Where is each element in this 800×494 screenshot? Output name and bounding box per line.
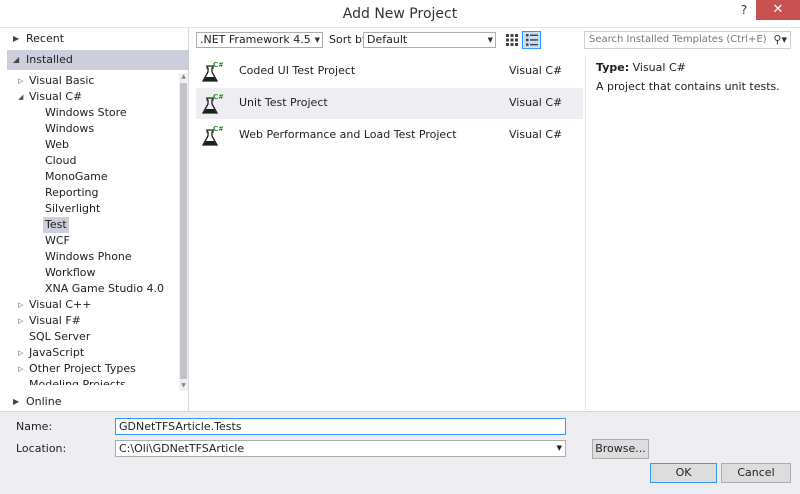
tree-item-modeling-projects[interactable]: Modeling Projects (29, 377, 126, 385)
tree-item-windows[interactable]: Windows (45, 121, 94, 137)
tree-item-wcf[interactable]: WCF (45, 233, 70, 249)
expand-arrow-icon[interactable]: ▷ (18, 313, 23, 329)
template-toolbar: .NET Framework 4.5 ▼ Sort by: Default ▼ … (195, 28, 800, 52)
svg-text:C#: C# (213, 61, 223, 69)
type-value: Visual C# (632, 61, 686, 74)
search-placeholder: Search Installed Templates (Ctrl+E) (589, 34, 767, 45)
type-label: Type: (596, 61, 630, 74)
tree-item-label: Visual F# (29, 314, 81, 327)
framework-dropdown[interactable]: .NET Framework 4.5 ▼ (196, 32, 323, 48)
location-input[interactable]: C:\Oli\GDNetTFSArticle ▼ (115, 440, 566, 457)
location-value: C:\Oli\GDNetTFSArticle (119, 442, 245, 455)
tree-item-windows-store[interactable]: Windows Store (45, 105, 127, 121)
tree-item-windows-phone[interactable]: Windows Phone (45, 249, 132, 265)
chevron-down-icon: ▼ (487, 36, 493, 44)
svg-text:C#: C# (213, 93, 223, 101)
test-project-icon: C# (201, 93, 223, 114)
template-tree: ▷ Visual Basic ◢ Visual C# Windows Store… (7, 73, 179, 385)
template-name: Unit Test Project (239, 96, 328, 109)
template-language: Visual C# (509, 96, 563, 109)
tree-item-other-project-types[interactable]: ▷ Other Project Types (18, 361, 136, 377)
tree-item-test[interactable]: Test (43, 217, 69, 233)
framework-value: .NET Framework 4.5 (200, 33, 311, 46)
tree-item-workflow[interactable]: Workflow (45, 265, 96, 281)
chevron-down-icon[interactable]: ▼ (557, 441, 562, 456)
expand-arrow-icon: ▶ (13, 397, 20, 406)
template-details-panel: Type: Visual C# A project that contains … (585, 56, 800, 410)
ok-button[interactable]: OK (650, 463, 717, 483)
expand-arrow-icon[interactable]: ▷ (18, 361, 23, 377)
expand-arrow-icon: ▶ (13, 34, 20, 43)
template-search-input[interactable]: Search Installed Templates (Ctrl+E) ⚲▾ (584, 31, 791, 49)
name-label: Name: (16, 420, 53, 433)
online-label: Online (26, 395, 62, 408)
template-description: A project that contains unit tests. (596, 80, 780, 93)
test-project-icon: C# (201, 125, 223, 146)
expand-arrow-icon[interactable]: ▷ (18, 345, 23, 361)
chevron-down-icon: ▼ (314, 36, 320, 44)
installed-section-header[interactable]: ◢ Installed (7, 50, 189, 70)
scrollbar-thumb[interactable] (180, 83, 187, 379)
tree-item-visual-cpp[interactable]: ▷ Visual C++ (18, 297, 92, 313)
search-icon[interactable]: ⚲▾ (773, 32, 787, 48)
location-label: Location: (16, 442, 67, 455)
installed-label: Installed (26, 53, 73, 66)
tree-item-label: JavaScript (29, 346, 85, 359)
tree-item-cloud[interactable]: Cloud (45, 153, 76, 169)
collapse-arrow-icon: ◢ (13, 55, 20, 64)
online-section-header[interactable]: ▶ Online (7, 392, 189, 412)
test-project-icon: C# (201, 61, 223, 82)
template-list: C# Coded UI Test Project Visual C# C# Un… (196, 56, 583, 410)
template-language: Visual C# (509, 128, 563, 141)
recent-label: Recent (26, 32, 65, 45)
template-name: Coded UI Test Project (239, 64, 356, 77)
help-button[interactable]: ? (735, 0, 753, 20)
template-language: Visual C# (509, 64, 563, 77)
scroll-down-icon[interactable]: ▼ (179, 382, 188, 389)
scroll-up-icon[interactable]: ▲ (179, 73, 188, 80)
tree-item-monogame[interactable]: MonoGame (45, 169, 108, 185)
browse-button[interactable]: Browse... (592, 439, 649, 459)
cancel-button[interactable]: Cancel (721, 463, 791, 483)
expand-arrow-icon[interactable]: ▷ (18, 297, 23, 313)
tree-item-label: Visual C# (29, 90, 83, 103)
tree-item-visual-basic[interactable]: ▷ Visual Basic (18, 73, 95, 89)
template-row-coded-ui[interactable]: C# Coded UI Test Project Visual C# (196, 56, 583, 87)
small-icons-view-button[interactable] (502, 31, 521, 49)
template-name: Web Performance and Load Test Project (239, 128, 457, 141)
tree-item-xna[interactable]: XNA Game Studio 4.0 (45, 281, 164, 297)
tree-item-silverlight[interactable]: Silverlight (45, 201, 100, 217)
project-form: Name: GDNetTFSArticle.Tests Location: C:… (0, 411, 800, 494)
tree-item-label: Visual Basic (29, 74, 95, 87)
tree-item-web[interactable]: Web (45, 137, 69, 153)
tree-item-javascript[interactable]: ▷ JavaScript (18, 345, 85, 361)
template-row-web-performance[interactable]: C# Web Performance and Load Test Project… (196, 120, 583, 151)
close-button[interactable]: ✕ (756, 0, 800, 20)
project-name-input[interactable]: GDNetTFSArticle.Tests (115, 418, 566, 435)
expand-arrow-icon[interactable]: ▷ (18, 73, 23, 89)
tree-item-visual-fsharp[interactable]: ▷ Visual F# (18, 313, 81, 329)
title-bar: Add New Project ? ✕ (0, 0, 800, 28)
sort-by-dropdown[interactable]: Default ▼ (363, 32, 496, 48)
tree-item-reporting[interactable]: Reporting (45, 185, 98, 201)
sort-value: Default (367, 33, 408, 46)
svg-text:C#: C# (213, 125, 223, 133)
tree-item-sql-server[interactable]: SQL Server (29, 329, 90, 345)
tree-scrollbar[interactable]: ▲ ▼ (179, 73, 188, 391)
list-view-button[interactable] (522, 31, 541, 49)
collapse-arrow-icon[interactable]: ◢ (18, 89, 23, 105)
list-view-icon (525, 34, 538, 46)
recent-section-header[interactable]: ▶ Recent (7, 29, 189, 49)
grid-view-icon (505, 34, 518, 46)
window-title: Add New Project (342, 6, 458, 22)
template-row-unit-test[interactable]: C# Unit Test Project Visual C# (196, 88, 583, 119)
tree-item-label: Other Project Types (29, 362, 136, 375)
template-category-panel: ▶ Recent ◢ Installed ▷ Visual Basic ◢ Vi… (7, 28, 189, 411)
tree-item-label: Visual C++ (29, 298, 92, 311)
tree-item-visual-csharp[interactable]: ◢ Visual C# (18, 89, 83, 105)
template-type-line: Type: Visual C# (596, 61, 686, 74)
